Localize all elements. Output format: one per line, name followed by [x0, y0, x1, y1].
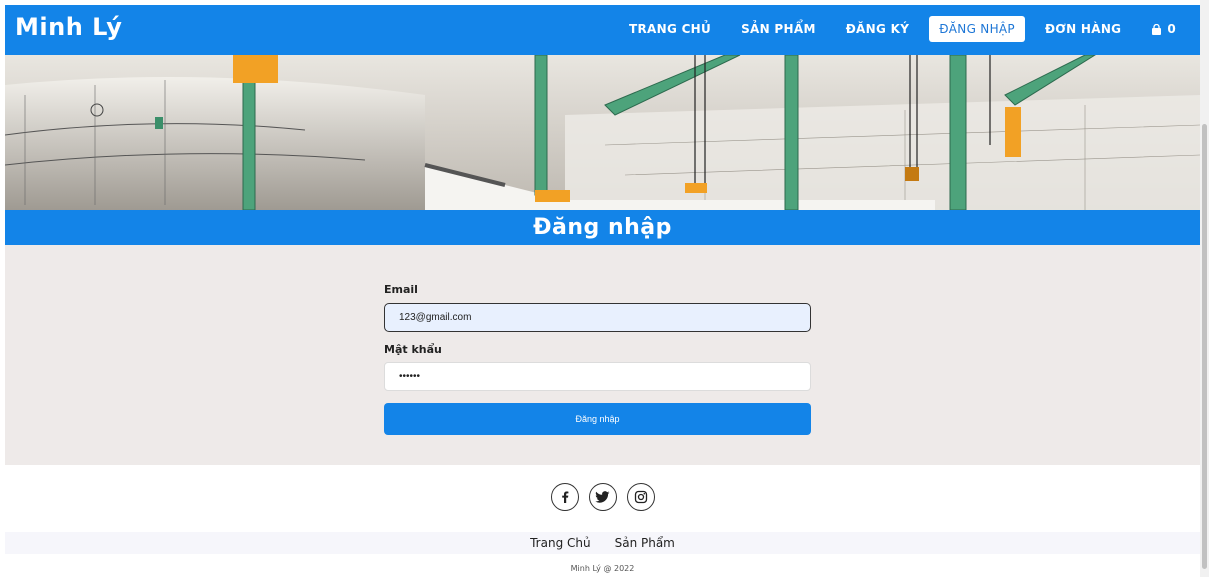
- page-title: Đăng nhập: [5, 210, 1200, 245]
- twitter-icon[interactable]: [588, 483, 617, 511]
- footer-link-trang-chu[interactable]: Trang Chủ: [530, 536, 590, 550]
- brand-logo[interactable]: Minh Lý: [15, 13, 122, 41]
- cart-link[interactable]: 0: [1141, 16, 1186, 42]
- nav-link-san-pham[interactable]: SẢN PHẨM: [731, 16, 826, 42]
- password-input[interactable]: [384, 362, 811, 391]
- nav-links: TRANG CHỦ SẢN PHẨM ĐĂNG KÝ ĐĂNG NHẬP ĐƠN…: [609, 13, 1186, 45]
- email-label: Email: [384, 283, 418, 296]
- nav-link-trang-chu[interactable]: TRANG CHỦ: [619, 16, 721, 42]
- social-links: [5, 483, 1200, 511]
- nav-link-don-hang[interactable]: ĐƠN HÀNG: [1035, 16, 1131, 42]
- instagram-icon[interactable]: [626, 483, 655, 511]
- nav-link-dang-ky[interactable]: ĐĂNG KÝ: [836, 16, 920, 42]
- login-section: Email Mật khẩu Đăng nhập: [5, 245, 1200, 465]
- hero-construction-image: [5, 55, 1200, 210]
- copyright: Minh Lý @ 2022: [570, 564, 635, 573]
- scrollbar-thumb[interactable]: [1202, 124, 1207, 569]
- nav-link-dang-nhap[interactable]: ĐĂNG NHẬP: [929, 16, 1025, 42]
- shopping-bag-icon: [1151, 23, 1162, 35]
- page: Minh Lý TRANG CHỦ SẢN PHẨM ĐĂNG KÝ ĐĂNG …: [5, 5, 1200, 577]
- footer-links: Trang Chủ Sản Phẩm: [5, 532, 1200, 554]
- login-button[interactable]: Đăng nhập: [384, 403, 811, 435]
- hero-banner: [5, 55, 1200, 210]
- footer-link-san-pham[interactable]: Sản Phẩm: [615, 536, 675, 550]
- cart-count: 0: [1167, 22, 1176, 36]
- page-scrollbar[interactable]: [1200, 0, 1209, 577]
- password-label: Mật khẩu: [384, 343, 442, 356]
- navbar: Minh Lý TRANG CHỦ SẢN PHẨM ĐĂNG KÝ ĐĂNG …: [5, 5, 1200, 55]
- email-input[interactable]: [384, 303, 811, 332]
- facebook-icon[interactable]: [550, 483, 579, 511]
